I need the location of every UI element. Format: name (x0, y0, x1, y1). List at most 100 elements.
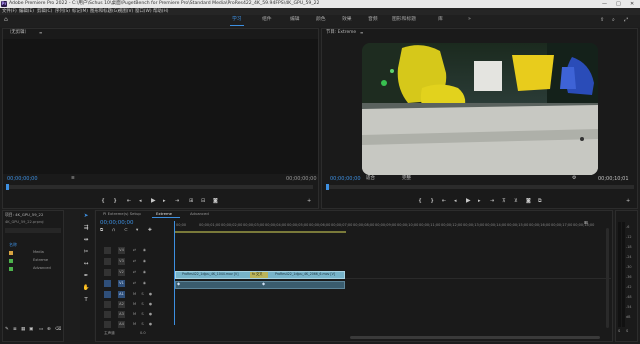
meter-solo-left[interactable]: S (618, 329, 620, 334)
menu-sequence[interactable]: 序列(S) (55, 9, 70, 14)
source-patch-v1[interactable] (104, 280, 111, 287)
project-item-extreme[interactable]: Extreme (33, 258, 48, 263)
mark-out-icon[interactable]: ❵ (113, 199, 117, 204)
meter-solo-right[interactable]: S (626, 329, 628, 334)
track-target-a1[interactable]: A1 (118, 291, 125, 298)
timeline-tab-advanced[interactable]: Advanced (190, 212, 209, 216)
toggle-output-icon[interactable]: ◉ (142, 259, 147, 264)
pencil-icon[interactable]: ✎ (5, 327, 9, 333)
sync-lock-icon[interactable]: ⇄ (132, 270, 137, 275)
playback-quality-select[interactable]: 完整 (402, 176, 411, 182)
solo-button[interactable]: S (140, 312, 145, 317)
toggle-output-icon[interactable]: ◉ (142, 270, 147, 275)
search-icon[interactable]: ⌕ (612, 18, 615, 23)
menu-clip[interactable]: 剪辑(C) (37, 9, 52, 14)
extract-icon[interactable]: ⊻ (514, 199, 518, 204)
source-patch-a4[interactable] (104, 321, 111, 328)
go-to-out-icon[interactable]: ⇥ (175, 199, 179, 204)
workspace-tab-editing[interactable]: 编辑 (290, 17, 300, 23)
project-item-advanced[interactable]: Advanced (33, 266, 51, 271)
workspace-more-button[interactable]: » (468, 17, 471, 23)
mic-icon[interactable]: ● (148, 292, 153, 297)
workspace-tab-learn[interactable]: 学习 (230, 17, 244, 26)
sync-lock-icon[interactable]: ⇄ (132, 259, 137, 264)
add-button-icon[interactable]: + (626, 199, 630, 204)
home-icon[interactable]: ⌂ (4, 17, 8, 23)
export-frame-icon[interactable]: ◙ (213, 199, 218, 204)
list-view-icon[interactable]: ≣ (13, 327, 17, 333)
linked-selection-icon[interactable]: ⊂ (124, 228, 128, 234)
program-playhead[interactable] (326, 184, 329, 190)
step-forward-icon[interactable]: ▸ (478, 199, 481, 204)
mic-icon[interactable]: ● (148, 312, 153, 317)
trash-icon[interactable]: ⌫ (55, 327, 61, 333)
zoom-fit-select[interactable]: 适合 (366, 176, 375, 182)
source-patch-a2[interactable] (104, 301, 111, 308)
source-patch-v2[interactable] (104, 269, 111, 276)
mark-in-icon[interactable]: ❴ (101, 199, 105, 204)
menu-marker[interactable]: 标记(M) (72, 9, 88, 14)
pen-tool-icon[interactable]: ✒ (82, 273, 90, 280)
source-patch-v3[interactable] (104, 258, 111, 265)
expand-icon[interactable]: ⤢ (624, 18, 628, 23)
mute-button[interactable]: M (132, 322, 137, 327)
program-time-ruler[interactable] (326, 185, 634, 189)
new-bin-icon[interactable]: ▭ (39, 327, 43, 333)
play-icon[interactable]: ▶ (151, 198, 156, 204)
new-item-icon[interactable]: ⊕ (47, 327, 51, 333)
toggle-output-icon[interactable]: ◉ (142, 248, 147, 253)
source-settings-icon[interactable]: ≡ (71, 176, 75, 182)
master-track-value[interactable]: 0.0 (140, 331, 146, 336)
track-target-v4[interactable]: V4 (118, 247, 125, 254)
close-button[interactable]: ✕ (630, 1, 634, 7)
step-back-icon[interactable]: ◂ (139, 199, 142, 204)
selection-tool-icon[interactable]: ➤ (82, 213, 90, 220)
source-patch-v4[interactable] (104, 247, 111, 254)
wrench-icon[interactable]: ✚ (148, 228, 152, 234)
mic-icon[interactable]: ● (148, 302, 153, 307)
track-target-v1[interactable]: V1 (118, 280, 125, 287)
toggle-output-icon[interactable]: ◉ (142, 281, 147, 286)
track-target-v2[interactable]: V2 (118, 269, 125, 276)
play-icon[interactable]: ▶ (466, 198, 471, 204)
timeline-vertical-scrollbar[interactable] (606, 228, 609, 328)
step-forward-icon[interactable]: ▸ (163, 199, 166, 204)
share-icon[interactable]: ⇪ (600, 18, 604, 23)
menu-window[interactable]: 窗口(W) (135, 9, 152, 14)
mute-button[interactable]: M (132, 302, 137, 307)
panel-menu-icon[interactable]: ≡ (39, 31, 42, 35)
track-target-a3[interactable]: A3 (118, 311, 125, 318)
slip-tool-icon[interactable]: ↔ (82, 261, 90, 268)
freeform-view-icon[interactable]: ▣ (29, 327, 33, 333)
minimize-button[interactable]: — (602, 1, 607, 7)
ripple-edit-tool-icon[interactable]: ⇹ (82, 237, 90, 244)
type-tool-icon[interactable]: T (82, 297, 90, 304)
menu-file[interactable]: 文件(F) (2, 9, 17, 14)
mute-button[interactable]: M (132, 292, 137, 297)
lift-icon[interactable]: ⊼ (502, 199, 506, 204)
hand-tool-icon[interactable]: ✋ (82, 285, 90, 292)
work-area-bar[interactable] (174, 231, 346, 233)
menu-view[interactable]: 视图(V) (118, 9, 133, 14)
maximize-button[interactable]: □ (616, 1, 621, 7)
track-select-tool-icon[interactable]: ⇶ (82, 225, 90, 232)
source-patch-a1[interactable] (104, 291, 111, 298)
workspace-tab-assembly[interactable]: 组件 (262, 17, 272, 23)
timeline-tab-extreme[interactable]: Extreme (156, 212, 172, 216)
track-target-a2[interactable]: A2 (118, 301, 125, 308)
name-column-header[interactable]: 名称 (9, 243, 17, 247)
sync-lock-icon[interactable]: ⇄ (132, 248, 137, 253)
workspace-tab-graphics[interactable]: 图形和标题 (392, 17, 416, 23)
source-playhead-timecode[interactable]: 00;00;00;00 (7, 177, 38, 182)
add-marker-icon[interactable]: ▾ (136, 228, 138, 234)
project-item-media[interactable]: Media (33, 250, 44, 255)
timeline-tab-setup[interactable]: PI Extreme(s) Setup (103, 212, 141, 216)
overwrite-icon[interactable]: ⊟ (201, 199, 205, 204)
step-back-icon[interactable]: ◂ (454, 199, 457, 204)
solo-button[interactable]: S (140, 292, 145, 297)
razor-tool-icon[interactable]: ✂ (82, 249, 90, 256)
sync-lock-icon[interactable]: ⇄ (132, 281, 137, 286)
timeline-playhead-timecode[interactable]: 00;00;00;00 (100, 220, 134, 227)
source-playhead[interactable] (6, 184, 9, 190)
icon-view-icon[interactable]: ▦ (21, 327, 25, 333)
